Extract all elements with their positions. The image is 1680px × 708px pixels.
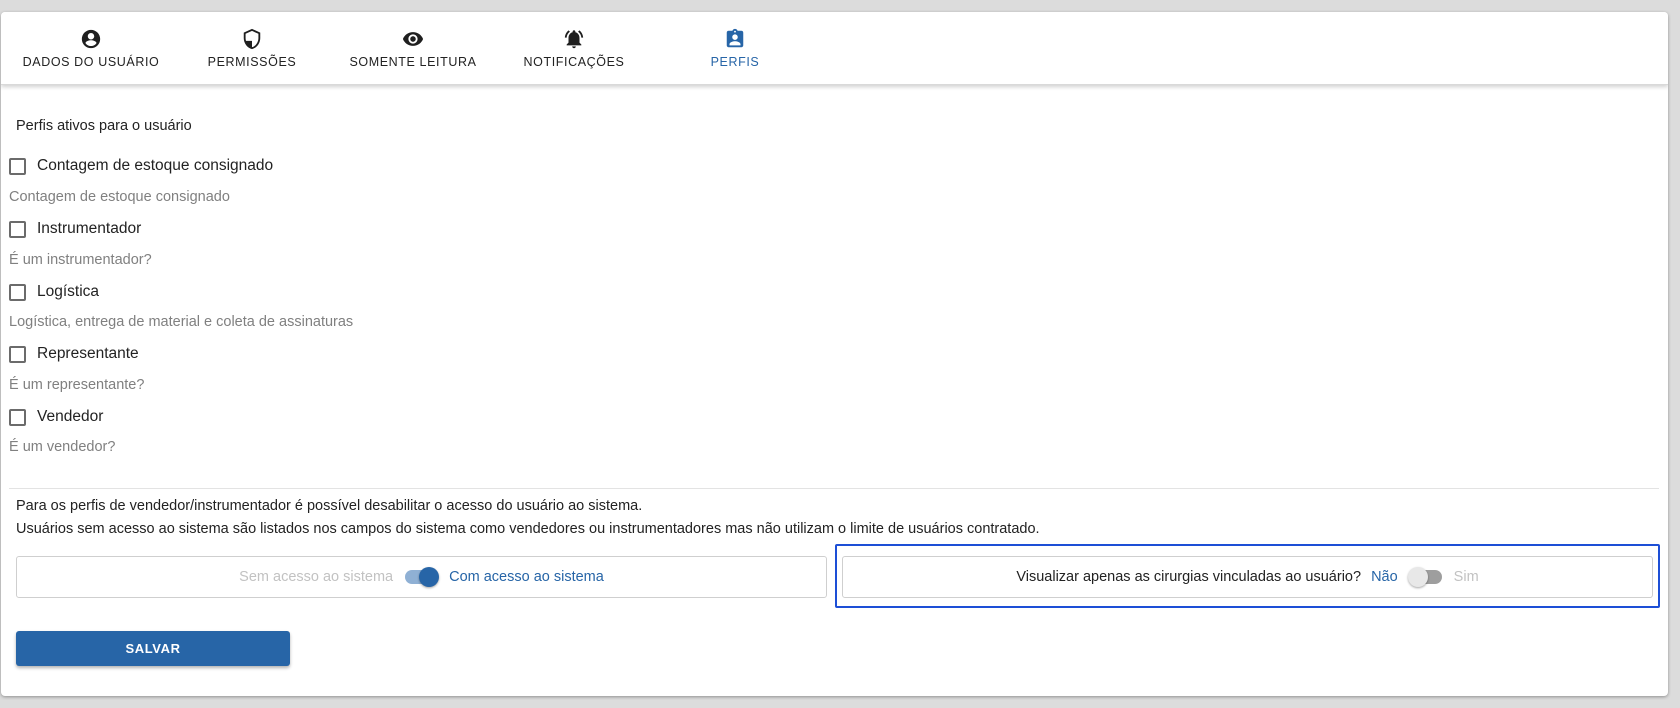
- tab-notificacoes[interactable]: NOTIFICAÇÕES: [494, 12, 654, 85]
- profile-badge-icon: [724, 28, 746, 50]
- profile-description: É um vendedor?: [9, 439, 116, 455]
- profile-label[interactable]: Vendedor: [37, 408, 103, 426]
- profile-checkbox[interactable]: [9, 283, 26, 301]
- access-info-line-1: Para os perfis de vendedor/instrumentado…: [16, 498, 643, 514]
- account-circle-icon: [80, 28, 102, 50]
- profile-description: Contagem de estoque consignado: [9, 189, 230, 205]
- tab-label: PERFIS: [710, 55, 760, 69]
- tab-label: DADOS DO USUÁRIO: [22, 55, 160, 69]
- section-divider: [9, 488, 1659, 489]
- profile-label[interactable]: Representante: [37, 345, 139, 363]
- system-access-toggle-group: Sem acesso ao sistema Com acesso ao sist…: [16, 556, 827, 598]
- no-access-label: Sem acesso ao sistema: [239, 569, 394, 585]
- user-edit-card: DADOS DO USUÁRIO PERMISSÕES SOMENTE LEIT…: [1, 12, 1668, 696]
- switch-thumb: [1407, 567, 1428, 587]
- profile-label[interactable]: Contagem de estoque consignado: [37, 157, 273, 175]
- profile-description: É um instrumentador?: [9, 252, 152, 268]
- yes-option-label: Sim: [1453, 569, 1479, 585]
- tab-permissoes[interactable]: PERMISSÕES: [172, 12, 332, 85]
- profile-checkbox[interactable]: [9, 408, 26, 426]
- profile-description: Logística, entrega de material e coleta …: [9, 314, 354, 330]
- tab-label: NOTIFICAÇÕES: [523, 55, 625, 69]
- profile-option[interactable]: Instrumentador: [9, 217, 141, 241]
- profiles-section-title: Perfis ativos para o usuário: [16, 118, 192, 134]
- profile-label[interactable]: Logística: [37, 283, 99, 301]
- profile-label[interactable]: Instrumentador: [37, 220, 141, 238]
- tab-perfis[interactable]: PERFIS: [655, 12, 815, 85]
- switch-thumb: [419, 567, 440, 587]
- tab-dados-do-usuario[interactable]: DADOS DO USUÁRIO: [11, 12, 171, 85]
- save-button[interactable]: SALVAR: [16, 631, 290, 666]
- profile-option[interactable]: Contagem de estoque consignado: [9, 154, 273, 178]
- profile-checkbox[interactable]: [9, 345, 26, 363]
- profile-checkbox[interactable]: [9, 157, 26, 175]
- system-access-switch[interactable]: [403, 567, 440, 587]
- profile-option[interactable]: Vendedor: [9, 405, 103, 429]
- tab-label: PERMISSÕES: [207, 55, 297, 69]
- profile-option[interactable]: Representante: [9, 342, 139, 366]
- profile-option[interactable]: Logística: [9, 280, 99, 304]
- tab-label: SOMENTE LEITURA: [349, 55, 477, 69]
- surgery-question-label: Visualizar apenas as cirurgias vinculada…: [1016, 569, 1362, 585]
- surgery-visibility-switch[interactable]: [1407, 567, 1444, 587]
- surgery-visibility-toggle-group: Visualizar apenas as cirurgias vinculada…: [842, 556, 1653, 598]
- tab-bar: DADOS DO USUÁRIO PERMISSÕES SOMENTE LEIT…: [1, 12, 1668, 85]
- profile-description: É um representante?: [9, 377, 145, 393]
- no-option-label: Não: [1371, 569, 1398, 585]
- profile-checkbox[interactable]: [9, 220, 26, 238]
- tab-somente-leitura[interactable]: SOMENTE LEITURA: [333, 12, 493, 85]
- with-access-label: Com acesso ao sistema: [449, 569, 604, 585]
- access-info-line-2: Usuários sem acesso ao sistema são lista…: [16, 521, 1040, 537]
- alarm-bell-icon: [563, 28, 585, 50]
- shield-icon: [241, 28, 263, 50]
- eye-icon: [402, 28, 424, 50]
